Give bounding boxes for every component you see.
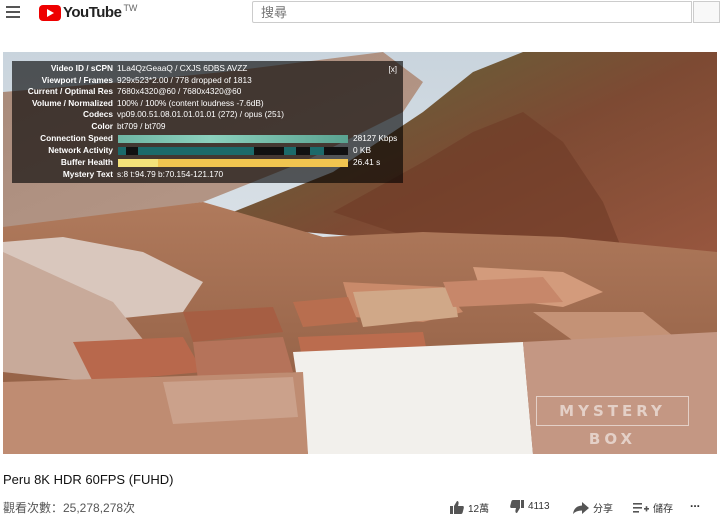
save-button[interactable]: 儲存 <box>633 500 673 515</box>
network-activity-row: Network Activity 0 KB <box>12 145 403 157</box>
stats-label: Video ID / sCPN <box>50 63 113 73</box>
stats-value: 26.41 s <box>353 157 381 167</box>
top-bar: YouTube TW <box>0 0 720 26</box>
dislike-count: 4113 <box>528 501 550 512</box>
stats-label: Buffer Health <box>60 157 113 167</box>
stats-row: Codecs vp09.00.51.08.01.01.01.01 (272) /… <box>12 109 403 121</box>
stats-value: vp09.00.51.08.01.01.01.01 (272) / opus (… <box>117 109 284 120</box>
share-icon <box>573 501 589 514</box>
video-player[interactable]: [x] Video ID / sCPN 1La4QzGeaaQ / CXJS 6… <box>3 52 717 454</box>
connection-speed-graph <box>118 135 348 143</box>
stats-value: 929x523*2.00 / 778 dropped of 1813 <box>117 74 252 85</box>
stats-value: s:8 t:94.79 b:70.154-121.170 <box>117 169 224 179</box>
stats-label: Current / Optimal Res <box>27 86 113 97</box>
stats-value: 100% / 100% (content loudness -7.6dB) <box>117 97 264 108</box>
stats-row: Video ID / sCPN 1La4QzGeaaQ / CXJS 6DBS … <box>12 63 403 75</box>
save-label: 儲存 <box>653 504 673 515</box>
share-label: 分享 <box>593 504 613 515</box>
stats-row: Volume / Normalized 100% / 100% (content… <box>12 98 403 110</box>
logo-text: YouTube <box>63 4 122 21</box>
stats-label: Color <box>91 121 113 131</box>
stats-row: Current / Optimal Res 7680x4320@60 / 768… <box>12 86 403 98</box>
like-count: 12萬 <box>468 504 490 515</box>
video-title: Peru 8K HDR 60FPS (FUHD) <box>3 472 174 487</box>
search-input[interactable] <box>252 1 692 23</box>
stats-value: 1La4QzGeaaQ / CXJS 6DBS AVZZ <box>117 63 248 73</box>
dislike-button[interactable]: 4113 <box>510 500 550 513</box>
stats-label: Connection Speed <box>40 133 113 143</box>
stats-label: Viewport / Frames <box>41 74 113 85</box>
buffer-health-graph <box>118 159 348 167</box>
stats-value: bt709 / bt709 <box>117 121 166 131</box>
stats-row: Viewport / Frames 929x523*2.00 / 778 dro… <box>12 75 403 87</box>
stats-value: 7680x4320@60 / 7680x4320@60 <box>117 86 242 97</box>
region-code: TW <box>123 3 138 13</box>
stats-label: Volume / Normalized <box>32 97 113 108</box>
youtube-logo[interactable]: YouTube TW <box>39 3 137 23</box>
connection-speed-row: Connection Speed 28127 Kbps <box>12 133 403 145</box>
view-count: 觀看次數：25,278,278次 <box>3 501 136 515</box>
stats-label: Network Activity <box>48 145 113 155</box>
like-button[interactable]: 12萬 <box>450 500 489 515</box>
youtube-play-icon <box>39 5 61 21</box>
hamburger-menu-icon[interactable] <box>6 6 20 18</box>
stats-label: Mystery Text <box>62 169 113 179</box>
channel-watermark: MYSTERY BOX <box>536 396 689 448</box>
more-icon: ... <box>690 496 701 510</box>
thumbs-up-icon <box>450 501 464 514</box>
stats-value: 28127 Kbps <box>353 133 398 143</box>
stats-row: Color bt709 / bt709 <box>12 121 403 133</box>
network-activity-graph <box>118 147 348 155</box>
add-to-playlist-icon <box>633 502 649 513</box>
more-actions-button[interactable]: ... <box>690 496 700 510</box>
stats-value: 0 KB <box>353 145 371 155</box>
stats-for-nerds-panel: [x] Video ID / sCPN 1La4QzGeaaQ / CXJS 6… <box>12 61 403 183</box>
share-button[interactable]: 分享 <box>573 500 613 515</box>
thumbs-down-icon <box>510 500 524 513</box>
mystery-text-row: Mystery Text s:8 t:94.79 b:70.154-121.17… <box>12 169 403 181</box>
stats-label: Codecs <box>83 109 113 120</box>
buffer-health-row: Buffer Health 26.41 s <box>12 157 403 169</box>
search-button[interactable] <box>693 1 720 23</box>
